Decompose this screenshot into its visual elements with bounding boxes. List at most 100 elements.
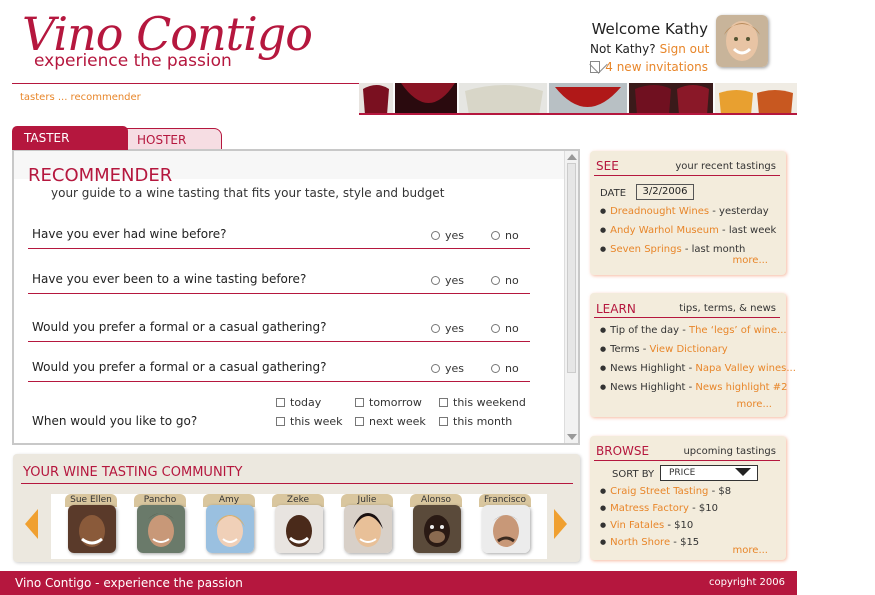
friend-card[interactable]: Francisco	[475, 494, 535, 559]
brand-logo[interactable]: Vino Contigo experience the passion	[22, 8, 313, 71]
checkbox-this-month[interactable]: this month	[439, 415, 512, 428]
list-item[interactable]: News Highlight - Napa Valley wines...	[600, 363, 796, 374]
question-text: Would you prefer a formal or a casual ga…	[32, 360, 327, 374]
sort-select[interactable]: PRICE	[660, 465, 758, 481]
page-subtitle: your guide to a wine tasting that fits y…	[51, 186, 445, 200]
list-item[interactable]: Dreadnought Wines - yesterday	[600, 206, 769, 217]
list-item[interactable]: Andy Warhol Museum - last week	[600, 225, 776, 236]
checkbox-next-week[interactable]: next week	[355, 415, 426, 428]
radio-yes[interactable]: yes	[431, 229, 464, 242]
envelope-icon	[590, 61, 601, 73]
see-subtitle: your recent tastings	[675, 161, 776, 172]
question-row: Would you prefer a formal or a casual ga…	[28, 360, 530, 382]
list-item[interactable]: Tip of the day - The ‘legs’ of wine...	[600, 325, 786, 336]
question-row: Would you prefer a formal or a casual ga…	[28, 320, 530, 342]
see-more-link[interactable]: more...	[733, 255, 768, 266]
list-item[interactable]: Craig Street Tasting - $8	[600, 486, 731, 497]
date-label: DATE	[600, 188, 627, 199]
see-panel: SEE your recent tastings DATE 3/2/2006 D…	[590, 151, 786, 275]
arrow-left-icon[interactable]	[25, 509, 38, 539]
chevron-down-icon	[735, 468, 751, 476]
friend-photo	[68, 505, 116, 553]
welcome-area: Welcome Kathy Not Kathy? Sign out 4 new i…	[590, 20, 710, 74]
checkbox-this-week[interactable]: this week	[276, 415, 342, 428]
avatar[interactable]	[716, 15, 768, 67]
breadcrumb[interactable]: tasters ... recommender	[20, 92, 141, 103]
date-field[interactable]: 3/2/2006	[636, 184, 694, 200]
learn-subtitle: tips, terms, & news	[679, 303, 776, 314]
community-title: YOUR WINE TASTING COMMUNITY	[23, 465, 243, 480]
checkbox-today[interactable]: today	[276, 396, 321, 409]
friend-card[interactable]: Sue Ellen	[61, 494, 121, 559]
not-user-text: Not Kathy?	[590, 42, 656, 56]
friend-card[interactable]: Alonso	[406, 494, 466, 559]
role-tabs: HOSTER TASTER	[12, 126, 222, 150]
not-user-line: Not Kathy? Sign out	[590, 42, 710, 56]
community-divider	[21, 483, 573, 484]
friend-photo	[482, 505, 530, 553]
footer: Vino Contigo - experience the passion co…	[0, 571, 797, 595]
see-title: SEE	[596, 159, 619, 173]
scrollbar[interactable]	[564, 151, 578, 443]
question-text: Have you ever had wine before?	[32, 227, 227, 241]
scroll-up-icon[interactable]	[567, 154, 577, 160]
page-title: RECOMMENDER	[28, 165, 173, 186]
scroll-down-icon[interactable]	[567, 434, 577, 440]
see-divider	[594, 175, 780, 176]
brand-tagline: experience the passion	[34, 51, 232, 71]
list-item[interactable]: Vin Fatales - $10	[600, 520, 693, 531]
checkbox-tomorrow[interactable]: tomorrow	[355, 396, 422, 409]
radio-no[interactable]: no	[491, 229, 519, 242]
learn-title: LEARN	[596, 302, 636, 316]
when-question: When would you like to go?	[32, 414, 198, 428]
list-item[interactable]: News Highlight - News highlight #2	[600, 382, 787, 393]
friend-photo	[344, 505, 392, 553]
tab-hoster[interactable]: HOSTER	[116, 128, 222, 150]
sign-out-link[interactable]: Sign out	[660, 42, 710, 56]
friend-card[interactable]: Zeke	[268, 494, 328, 559]
radio-no[interactable]: no	[491, 362, 519, 375]
question-text: Would you prefer a formal or a casual ga…	[32, 320, 327, 334]
welcome-text: Welcome Kathy	[591, 20, 708, 38]
list-item[interactable]: Matress Factory - $10	[600, 503, 718, 514]
learn-panel: LEARN tips, terms, & news Tip of the day…	[590, 293, 796, 417]
radio-no[interactable]: no	[491, 322, 519, 335]
footer-copyright: copyright 2006	[708, 577, 785, 588]
list-item[interactable]: North Shore - $15	[600, 537, 699, 548]
sort-value: PRICE	[669, 468, 696, 478]
scroll-thumb[interactable]	[567, 163, 576, 373]
checkbox-this-weekend[interactable]: this weekend	[439, 396, 526, 409]
browse-divider	[594, 460, 780, 461]
invitations-text: 4 new invitations	[605, 60, 708, 74]
sort-label: SORT BY	[612, 469, 655, 480]
radio-yes[interactable]: yes	[431, 362, 464, 375]
friend-photo	[137, 505, 185, 553]
browse-subtitle: upcoming tastings	[683, 446, 776, 457]
friend-photo	[413, 505, 461, 553]
question-row: Have you ever been to a wine tasting bef…	[28, 272, 530, 294]
learn-divider	[594, 317, 780, 318]
browse-panel: BROWSE upcoming tastings SORT BY PRICE C…	[590, 436, 786, 560]
footer-brand: Vino Contigo - experience the passion	[15, 576, 243, 590]
friend-photo	[275, 505, 323, 553]
radio-no[interactable]: no	[491, 274, 519, 287]
radio-yes[interactable]: yes	[431, 274, 464, 287]
community-panel: YOUR WINE TASTING COMMUNITY Sue Ellen Pa…	[13, 454, 580, 562]
friend-photo	[206, 505, 254, 553]
friend-carousel: Sue Ellen Pancho Amy Zeke Julie Alonso F…	[51, 494, 547, 559]
list-item[interactable]: Seven Springs - last month	[600, 244, 745, 255]
friend-card[interactable]: Amy	[199, 494, 259, 559]
wine-banner-image	[359, 83, 797, 115]
friend-card[interactable]: Pancho	[130, 494, 190, 559]
tab-taster[interactable]: TASTER	[12, 126, 128, 150]
radio-yes[interactable]: yes	[431, 322, 464, 335]
recommender-panel: RECOMMENDER your guide to a wine tasting…	[12, 149, 580, 445]
question-text: Have you ever been to a wine tasting bef…	[32, 272, 307, 286]
arrow-right-icon[interactable]	[554, 509, 567, 539]
browse-title: BROWSE	[596, 444, 650, 458]
browse-more-link[interactable]: more...	[733, 545, 768, 556]
learn-more-link[interactable]: more...	[737, 399, 772, 410]
invitations-link[interactable]: 4 new invitations	[590, 60, 708, 74]
list-item[interactable]: Terms - View Dictionary	[600, 344, 728, 355]
friend-card[interactable]: Julie	[337, 494, 397, 559]
